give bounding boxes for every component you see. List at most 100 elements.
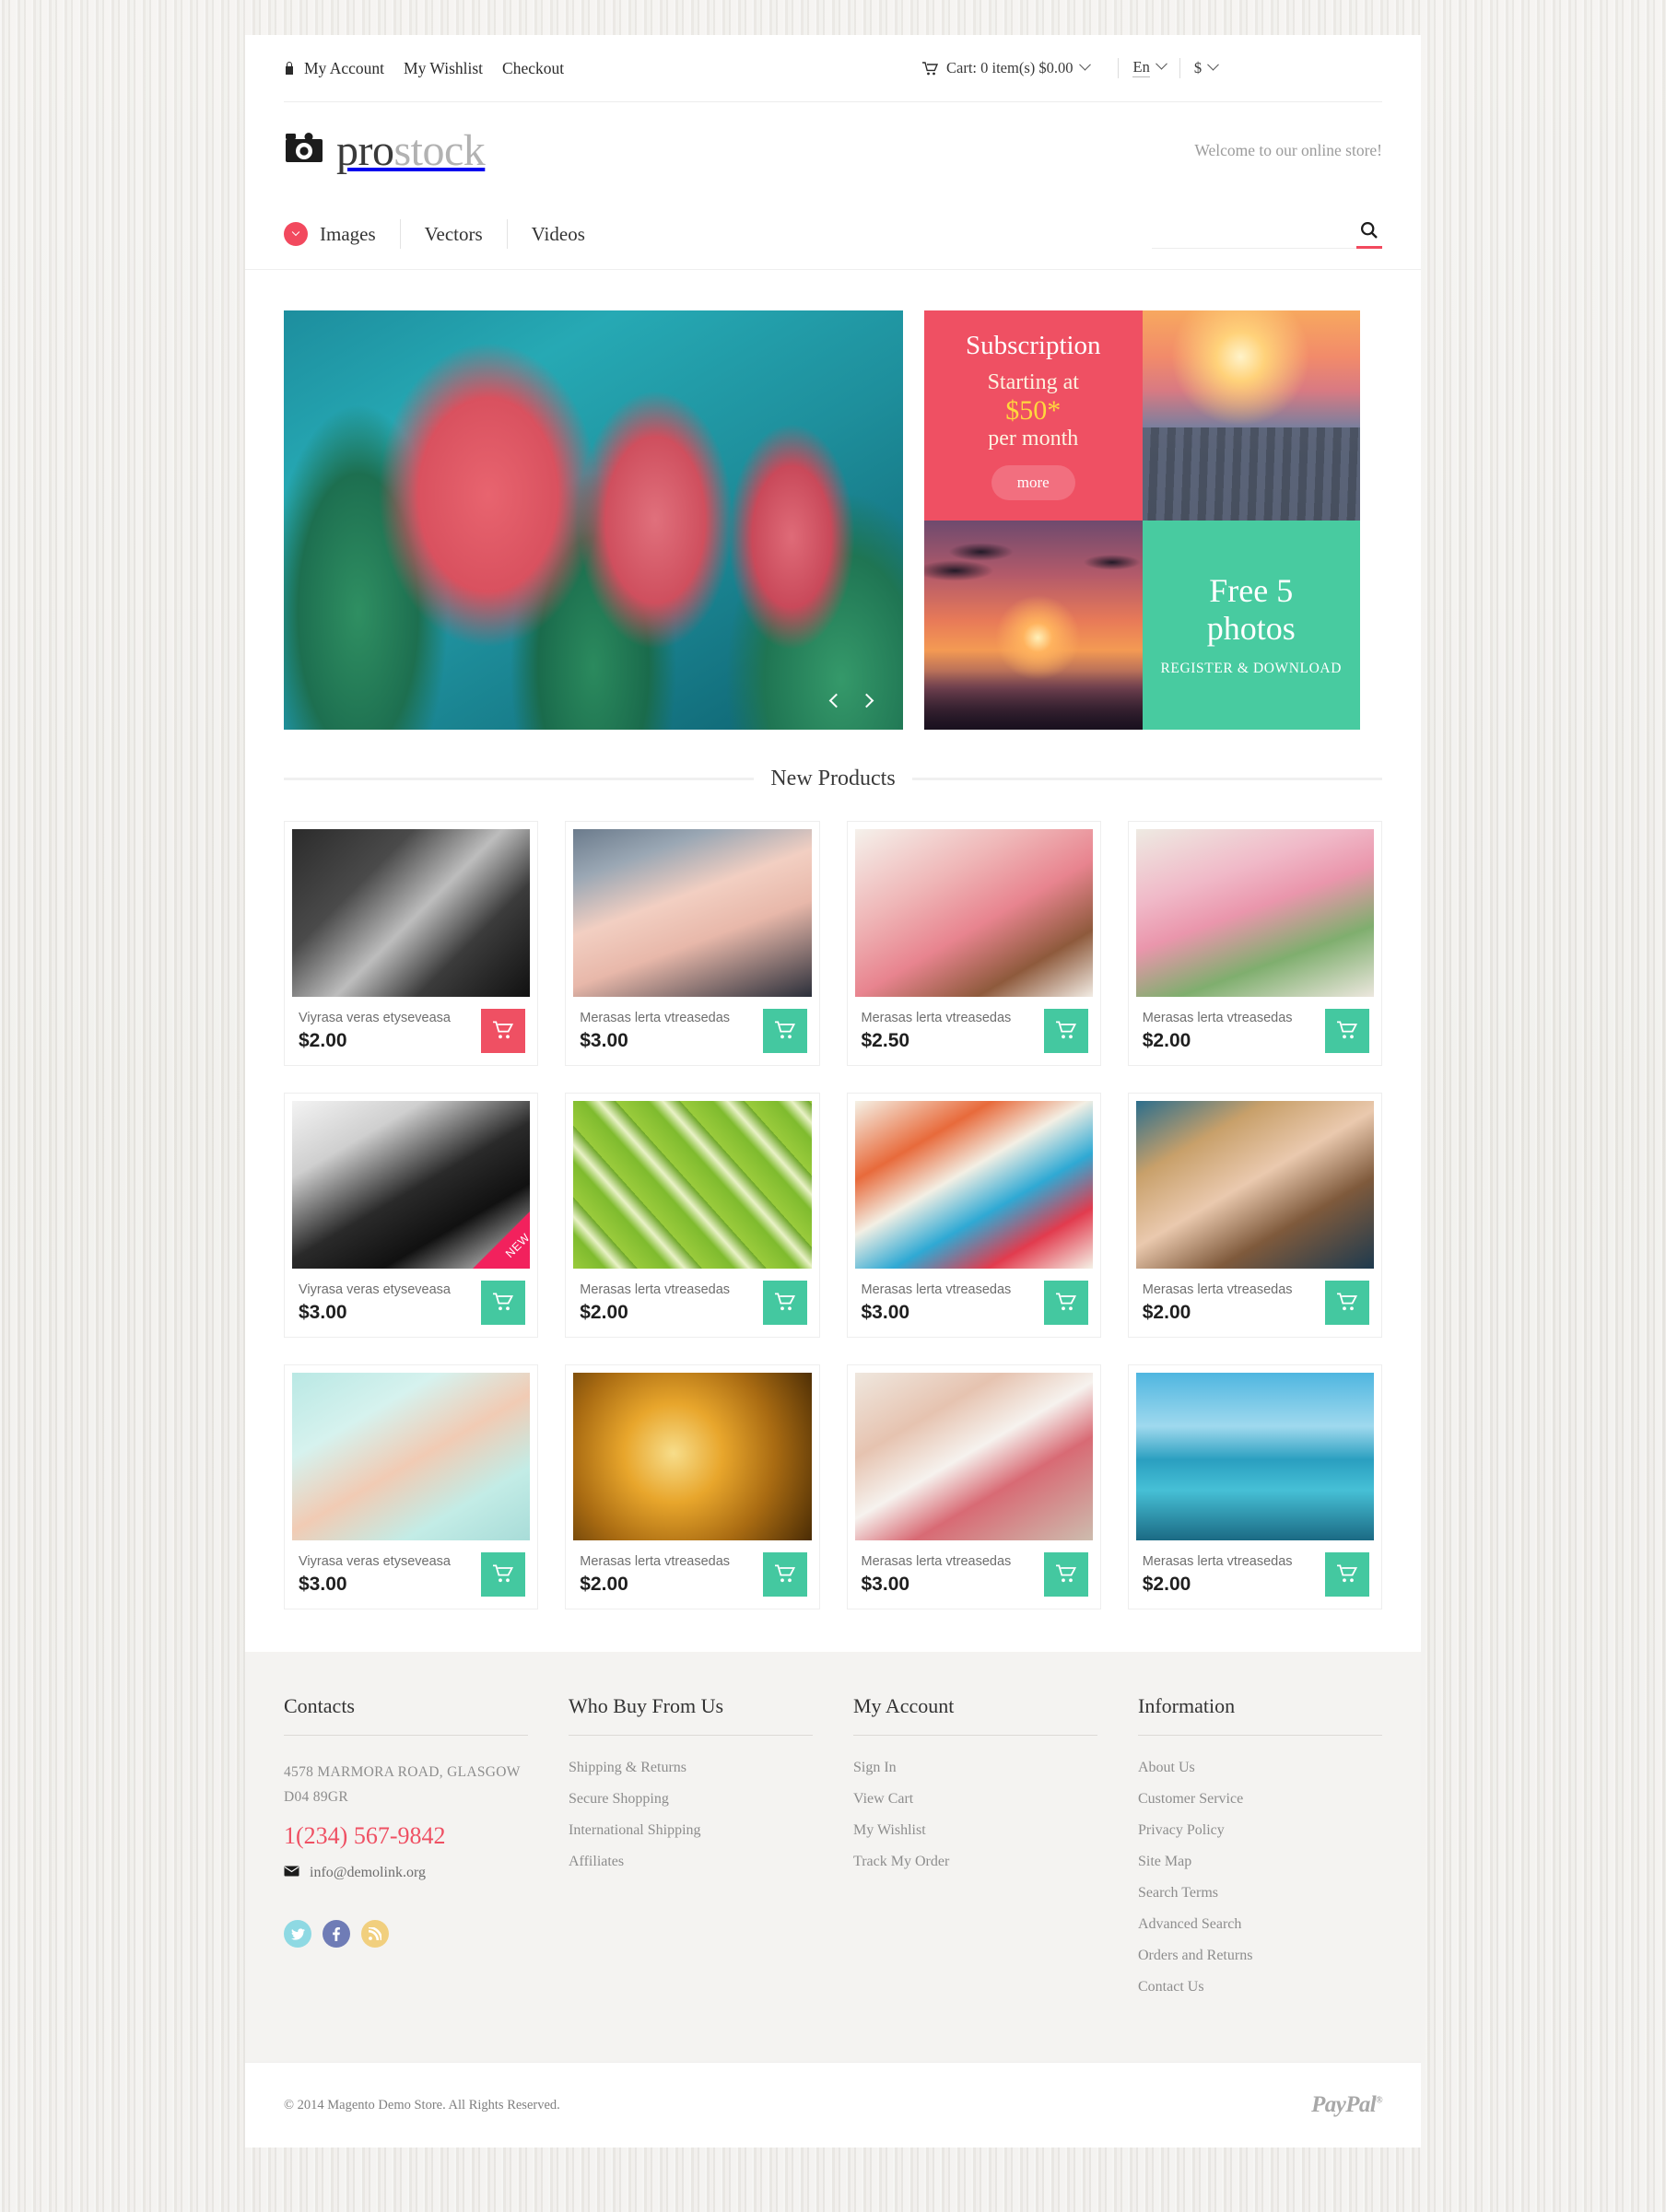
promo-subscription-price: $50* <box>1005 395 1062 426</box>
product-card[interactable]: Merasas lerta vtreasedas $2.00 <box>1127 1364 1382 1609</box>
top-link-my-wishlist[interactable]: My Wishlist <box>404 59 483 78</box>
footer-link[interactable]: Customer Service <box>1138 1791 1382 1808</box>
nav-item-vectors[interactable]: Vectors <box>401 223 507 246</box>
logo[interactable]: prostock <box>284 125 486 176</box>
footer-link[interactable]: Contact Us <box>1138 1979 1382 1995</box>
footer-link[interactable]: Shipping & Returns <box>569 1760 813 1776</box>
footer-link[interactable]: Privacy Policy <box>1138 1822 1382 1839</box>
product-text: Merasas lerta vtreasedas $2.00 <box>580 1554 730 1596</box>
lock-icon <box>284 61 295 76</box>
product-info: Merasas lerta vtreasedas $3.00 <box>566 997 818 1065</box>
promo-subscription[interactable]: Subscription Starting at $50* per month … <box>924 310 1143 521</box>
footer-link[interactable]: Secure Shopping <box>569 1791 813 1808</box>
product-card[interactable]: Merasas lerta vtreasedas $2.00 <box>565 1093 820 1338</box>
product-text: Merasas lerta vtreasedas $3.00 <box>580 1011 730 1052</box>
add-to-cart-button[interactable] <box>1325 1552 1369 1597</box>
promo-palm-image[interactable] <box>924 520 1143 730</box>
hero-slider[interactable] <box>284 310 903 730</box>
product-card[interactable]: Merasas lerta vtreasedas $2.00 <box>1127 821 1382 1066</box>
product-price: $2.00 <box>1142 1301 1191 1323</box>
top-links: My Account My Wishlist Checkout <box>284 59 583 78</box>
product-card[interactable]: Merasas lerta vtreasedas $3.00 <box>846 1364 1101 1609</box>
product-image[interactable]: NEW <box>292 1101 531 1269</box>
add-to-cart-button[interactable] <box>481 1009 526 1053</box>
product-image[interactable] <box>573 1373 812 1540</box>
product-image[interactable] <box>573 829 812 997</box>
footer-link[interactable]: Orders and Returns <box>1138 1948 1382 1964</box>
product-card[interactable]: Merasas lerta vtreasedas $3.00 <box>846 1093 1101 1338</box>
product-price: $2.00 <box>299 1029 347 1051</box>
footer-link[interactable]: Search Terms <box>1138 1885 1382 1902</box>
nav-item-videos[interactable]: Videos <box>508 223 609 246</box>
chevron-left-icon[interactable] <box>828 693 845 709</box>
product-price: $3.00 <box>861 1301 910 1323</box>
add-to-cart-button[interactable] <box>1325 1009 1369 1053</box>
product-image[interactable] <box>573 1101 812 1269</box>
product-image[interactable] <box>854 1373 1093 1540</box>
language-selector[interactable]: En <box>1132 58 1167 77</box>
twitter-icon[interactable] <box>284 1920 311 1949</box>
footer-column-contacts: Contacts 4578 MARMORA ROAD, GLASGOW D04 … <box>284 1694 528 2010</box>
footer-link[interactable]: View Cart <box>853 1791 1097 1808</box>
product-image[interactable] <box>1135 1373 1374 1540</box>
product-image[interactable] <box>1135 829 1374 997</box>
add-to-cart-button[interactable] <box>762 1009 807 1053</box>
nav-item-images[interactable]: Images <box>320 223 400 246</box>
product-card[interactable]: Viyrasa veras etyseveasa $2.00 <box>284 821 539 1066</box>
footer-link[interactable]: Advanced Search <box>1138 1916 1382 1933</box>
product-image[interactable] <box>854 1101 1093 1269</box>
chevron-down-icon <box>1207 58 1219 71</box>
add-to-cart-button[interactable] <box>1043 1552 1088 1597</box>
top-bar: My Account My Wishlist Checkout Cart: 0 … <box>245 35 1421 101</box>
chevron-right-icon[interactable] <box>859 693 875 709</box>
promo-pier-image[interactable] <box>1142 310 1360 521</box>
promo-free-subtitle: REGISTER & DOWNLOAD <box>1160 661 1343 677</box>
footer-link[interactable]: International Shipping <box>569 1822 813 1839</box>
product-card[interactable]: NEW Viyrasa veras etyseveasa $3.00 <box>284 1093 539 1338</box>
add-to-cart-button[interactable] <box>481 1281 526 1325</box>
footer-link[interactable]: About Us <box>1138 1760 1382 1776</box>
add-to-cart-button[interactable] <box>1043 1009 1088 1053</box>
product-card[interactable]: Merasas lerta vtreasedas $2.00 <box>1127 1093 1382 1338</box>
add-to-cart-button[interactable] <box>1325 1281 1369 1325</box>
top-link-my-account[interactable]: My Account <box>304 59 384 78</box>
footer-link[interactable]: Track My Order <box>853 1854 1097 1870</box>
product-card[interactable]: Merasas lerta vtreasedas $2.50 <box>846 821 1101 1066</box>
facebook-icon[interactable] <box>323 1920 350 1949</box>
logo-text: prostock <box>336 125 486 176</box>
footer-link[interactable]: Sign In <box>853 1760 1097 1776</box>
cart-summary[interactable]: Cart: 0 item(s) $0.00 <box>922 58 1104 77</box>
search-button[interactable] <box>1356 219 1382 249</box>
product-name: Merasas lerta vtreasedas <box>580 1010 731 1025</box>
promo-free-photos[interactable]: Free 5 photos REGISTER & DOWNLOAD <box>1142 520 1360 730</box>
product-image[interactable] <box>1135 1101 1374 1269</box>
product-image[interactable] <box>292 829 531 997</box>
search-input[interactable] <box>1152 224 1356 249</box>
footer-link[interactable]: Site Map <box>1138 1854 1382 1870</box>
footer-phone[interactable]: 1(234) 567-9842 <box>284 1822 528 1850</box>
product-card[interactable]: Merasas lerta vtreasedas $3.00 <box>565 821 820 1066</box>
product-image[interactable] <box>292 1373 531 1540</box>
product-card[interactable]: Viyrasa veras etyseveasa $3.00 <box>284 1364 539 1609</box>
product-card[interactable]: Merasas lerta vtreasedas $2.00 <box>565 1364 820 1609</box>
top-link-checkout[interactable]: Checkout <box>502 59 564 78</box>
product-name: Merasas lerta vtreasedas <box>861 1010 1012 1025</box>
promo-subscription-line1: Starting at <box>987 369 1079 394</box>
promo-more-button[interactable]: more <box>991 464 1075 500</box>
currency-selector[interactable]: $ <box>1194 58 1219 77</box>
add-to-cart-button[interactable] <box>481 1552 526 1597</box>
footer-email-row[interactable]: info@demolink.org <box>284 1865 528 1881</box>
footer-link[interactable]: My Wishlist <box>853 1822 1097 1839</box>
footer-link[interactable]: Affiliates <box>569 1854 813 1870</box>
add-to-cart-button[interactable] <box>1043 1281 1088 1325</box>
product-text: Merasas lerta vtreasedas $3.00 <box>862 1282 1012 1324</box>
add-to-cart-button[interactable] <box>762 1281 807 1325</box>
footer-links-who-buy: Shipping & Returns Secure Shopping Interna… <box>569 1760 813 1870</box>
product-name: Merasas lerta vtreasedas <box>1142 1282 1293 1297</box>
chevron-down-icon[interactable] <box>284 222 308 246</box>
welcome-message: Welcome to our online store! <box>1194 141 1382 159</box>
product-image[interactable] <box>854 829 1093 997</box>
add-to-cart-button[interactable] <box>762 1552 807 1597</box>
rss-icon[interactable] <box>361 1920 389 1949</box>
product-text: Merasas lerta vtreasedas $2.50 <box>862 1011 1012 1052</box>
